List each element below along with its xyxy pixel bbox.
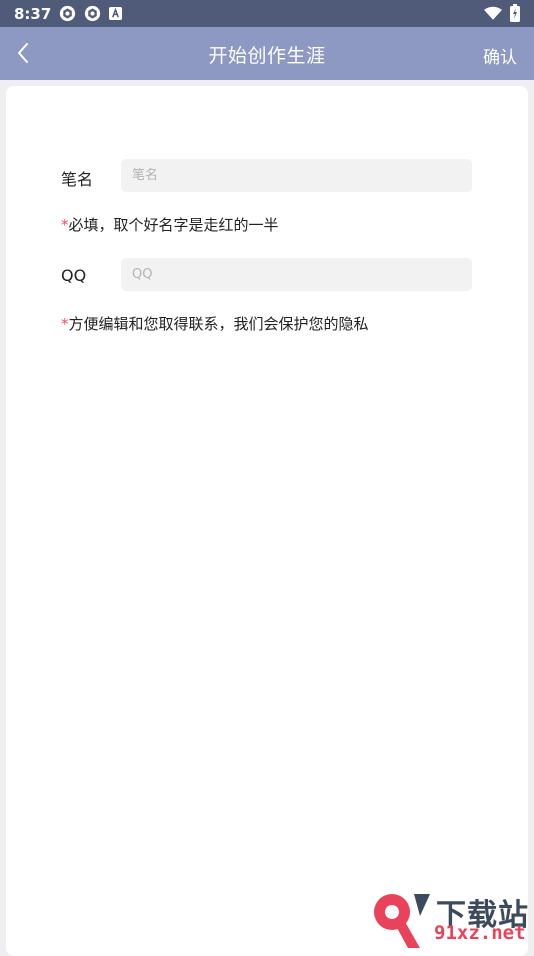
- aperture-icon: [84, 5, 101, 22]
- confirm-button[interactable]: 确认: [483, 43, 517, 68]
- aperture-icon: [59, 5, 76, 22]
- watermark-logo-icon: [374, 894, 430, 948]
- qq-hint-text: 方便编辑和您取得联系，我们会保护您的隐私: [68, 315, 369, 333]
- page-title: 开始创作生涯: [208, 45, 326, 67]
- required-star: *: [61, 315, 69, 333]
- battery-charging-icon: [510, 4, 520, 22]
- required-star: *: [61, 216, 69, 234]
- qq-hint: *方便编辑和您取得联系，我们会保护您的隐私: [61, 313, 369, 334]
- pen-name-input[interactable]: [121, 159, 472, 192]
- watermark: 下载站 91xz.net: [364, 888, 534, 950]
- status-time: 8:37: [14, 5, 52, 23]
- pen-name-hint-text: 必填，取个好名字是走红的一半: [68, 216, 279, 234]
- qq-label: QQ: [61, 266, 87, 285]
- watermark-url: 91xz.net: [434, 922, 526, 944]
- form-card: 笔名 *必填，取个好名字是走红的一半 QQ *方便编辑和您取得联系，我们会保护您…: [6, 86, 528, 956]
- qq-input[interactable]: [121, 258, 472, 291]
- system-icons: [484, 4, 520, 22]
- app-bar: 开始创作生涯 确认: [0, 27, 534, 80]
- pen-name-hint: *必填，取个好名字是走红的一半: [61, 214, 279, 235]
- notification-icons: [59, 5, 122, 22]
- pen-name-label: 笔名: [61, 170, 94, 189]
- a-badge-icon: [109, 7, 122, 20]
- wifi-icon: [484, 6, 502, 20]
- status-bar: 8:37: [0, 0, 534, 27]
